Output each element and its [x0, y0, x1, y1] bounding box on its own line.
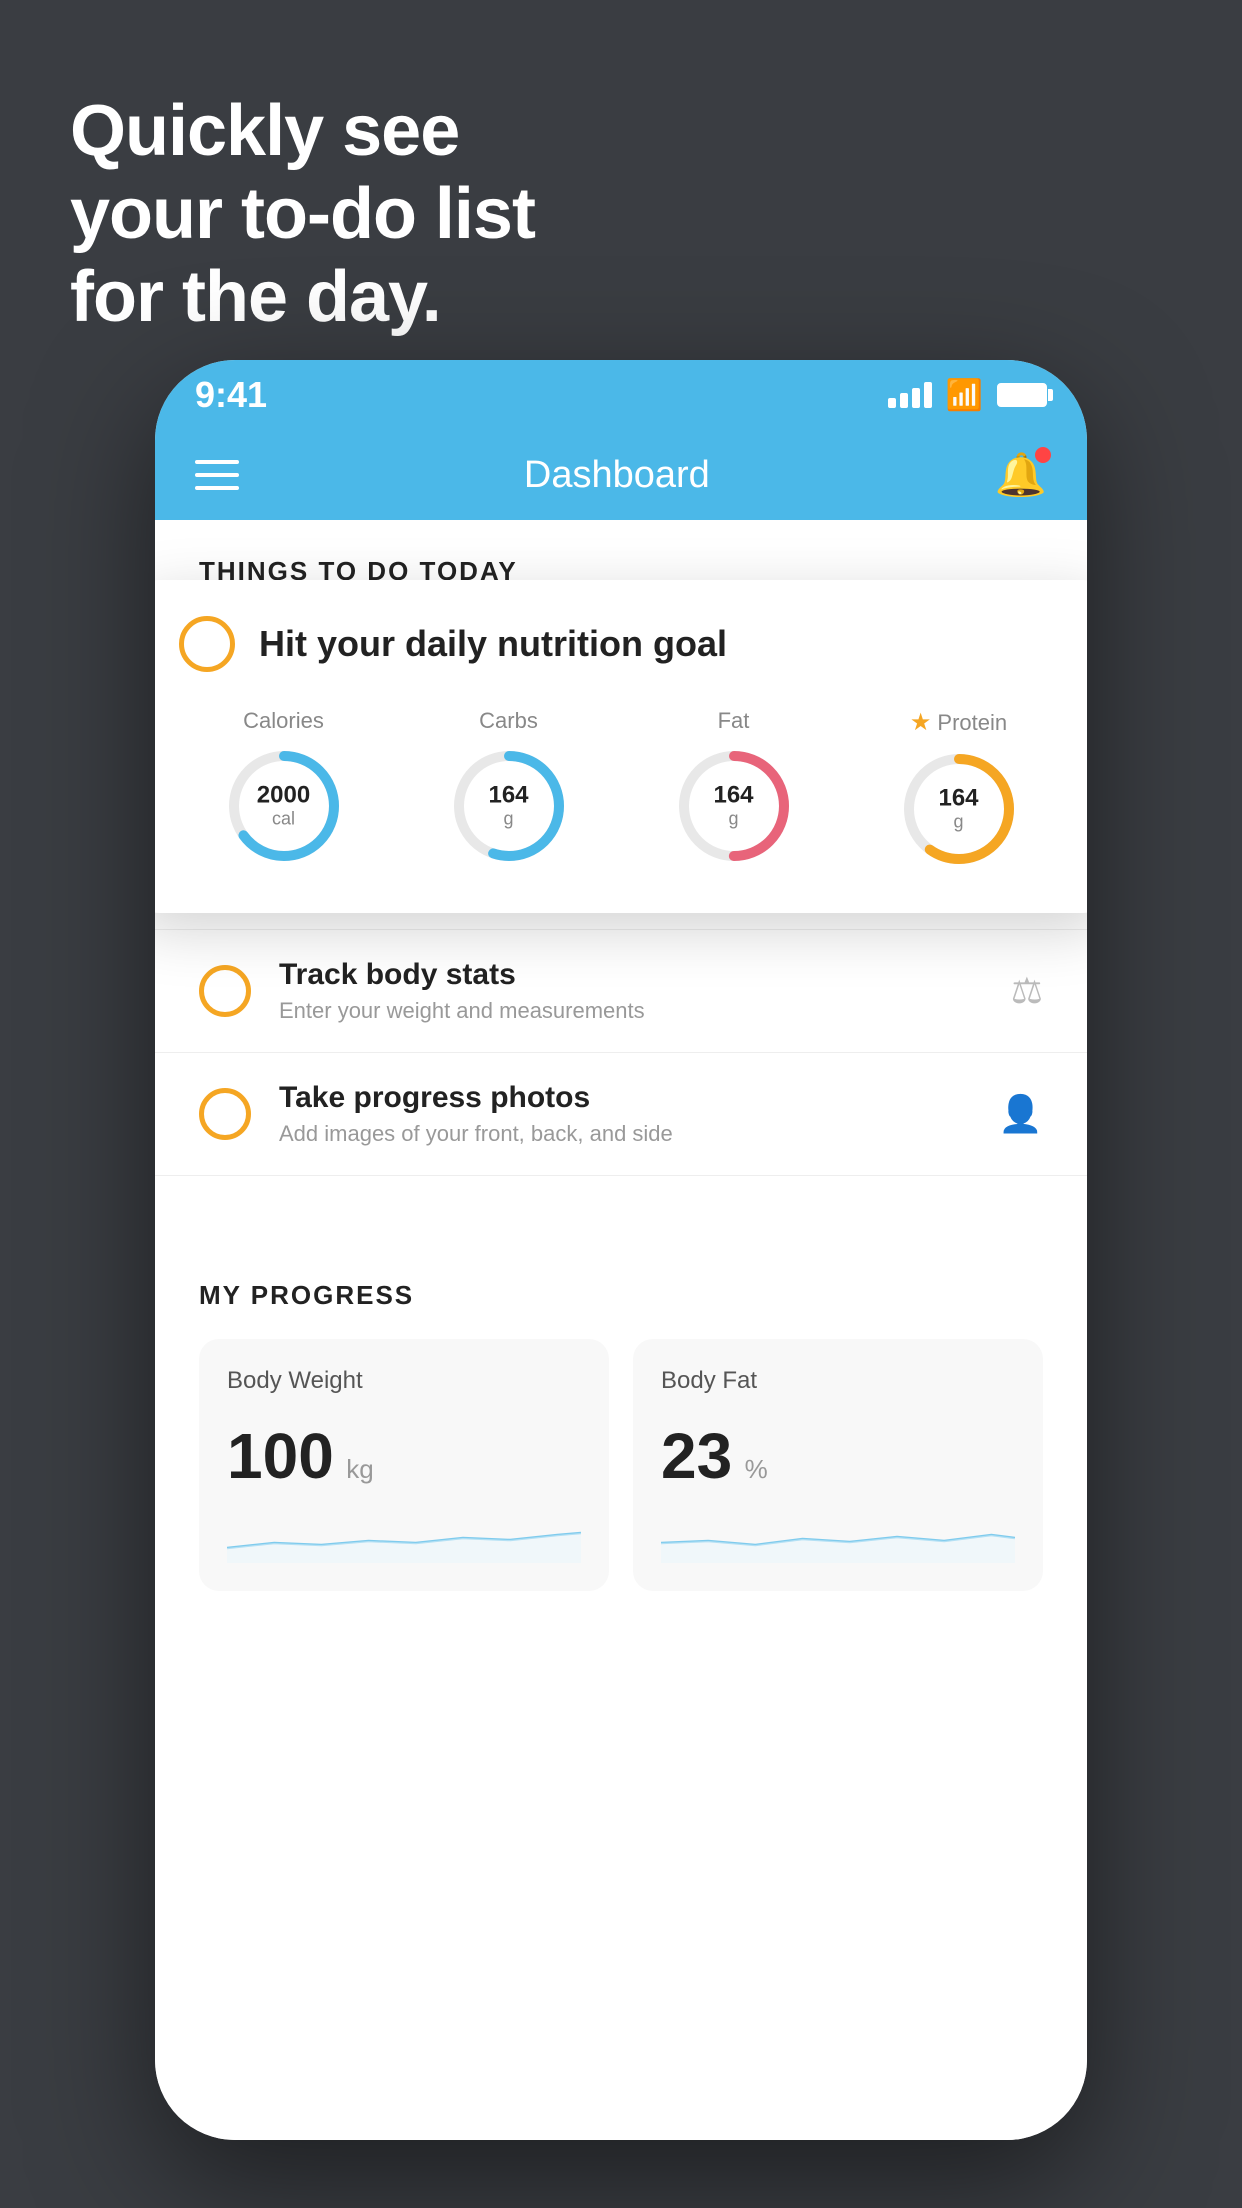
body-fat-value: 23	[661, 1420, 732, 1492]
body-weight-unit: kg	[346, 1454, 373, 1484]
progress-header: MY PROGRESS	[199, 1280, 1043, 1311]
status-time: 9:41	[195, 374, 267, 416]
carbs-label: Carbs	[479, 708, 538, 734]
scale-icon: ⚖	[1011, 970, 1043, 1012]
notification-dot	[1035, 447, 1051, 463]
calories-donut: 2000 cal	[224, 746, 344, 866]
nav-bar: Dashboard 🔔	[155, 430, 1087, 520]
body-weight-chart	[227, 1513, 581, 1563]
headline: Quickly see your to-do list for the day.	[70, 90, 535, 338]
signal-icon	[888, 382, 932, 408]
wifi-icon: 📶	[946, 378, 983, 413]
protein-value: 164 g	[938, 785, 978, 832]
battery-icon	[997, 383, 1047, 407]
todo-item-body-stats[interactable]: Track body stats Enter your weight and m…	[155, 930, 1087, 1053]
photos-text: Take progress photos Add images of your …	[279, 1081, 970, 1147]
body-weight-card[interactable]: Body Weight 100 kg	[199, 1339, 609, 1591]
nutrition-card-title: Hit your daily nutrition goal	[259, 623, 727, 665]
calories-value: 2000 cal	[257, 782, 310, 829]
nutrition-card: Hit your daily nutrition goal Calories 2…	[155, 580, 1087, 913]
nav-title: Dashboard	[524, 454, 710, 497]
hamburger-menu[interactable]	[195, 460, 239, 490]
phone-mockup: 9:41 📶 Dashboard 🔔 THINGS TO DO TODAY	[155, 360, 1087, 2140]
body-weight-value-row: 100 kg	[227, 1419, 581, 1493]
nutrition-calories: Calories 2000 cal	[224, 708, 344, 866]
photos-subtitle: Add images of your front, back, and side	[279, 1121, 970, 1147]
body-weight-value: 100	[227, 1420, 334, 1492]
fat-value: 164 g	[713, 782, 753, 829]
nutrition-check-circle	[179, 616, 235, 672]
nutrition-protein: ★Protein 164 g	[899, 708, 1019, 869]
calories-label: Calories	[243, 708, 324, 734]
carbs-value: 164 g	[488, 782, 528, 829]
body-stats-text: Track body stats Enter your weight and m…	[279, 958, 983, 1024]
body-weight-label: Body Weight	[227, 1367, 581, 1395]
photos-circle	[199, 1088, 251, 1140]
carbs-donut: 164 g	[449, 746, 569, 866]
bell-icon[interactable]: 🔔	[995, 451, 1047, 500]
photos-title: Take progress photos	[279, 1081, 970, 1115]
protein-label: ★Protein	[910, 708, 1007, 737]
body-stats-subtitle: Enter your weight and measurements	[279, 998, 983, 1024]
body-fat-label: Body Fat	[661, 1367, 1015, 1395]
person-icon: 👤	[998, 1093, 1043, 1135]
body-fat-value-row: 23 %	[661, 1419, 1015, 1493]
todo-item-photos[interactable]: Take progress photos Add images of your …	[155, 1053, 1087, 1176]
fat-donut: 164 g	[674, 746, 794, 866]
protein-donut: 164 g	[899, 749, 1019, 869]
body-fat-unit: %	[745, 1454, 768, 1484]
main-content: THINGS TO DO TODAY Hit your daily nutrit…	[155, 520, 1087, 2140]
fat-label: Fat	[718, 708, 750, 734]
nutrition-carbs: Carbs 164 g	[449, 708, 569, 866]
body-fat-card[interactable]: Body Fat 23 %	[633, 1339, 1043, 1591]
star-icon: ★	[910, 708, 932, 737]
progress-section: MY PROGRESS Body Weight 100 kg	[155, 1236, 1087, 1591]
status-bar: 9:41 📶	[155, 360, 1087, 430]
nutrition-grid: Calories 2000 cal Carbs	[179, 708, 1063, 869]
nutrition-fat: Fat 164 g	[674, 708, 794, 866]
body-fat-chart	[661, 1513, 1015, 1563]
body-stats-circle	[199, 965, 251, 1017]
nutrition-card-header: Hit your daily nutrition goal	[179, 616, 1063, 672]
status-icons: 📶	[888, 378, 1047, 413]
body-stats-title: Track body stats	[279, 958, 983, 992]
progress-cards: Body Weight 100 kg Body Fat	[199, 1339, 1043, 1591]
